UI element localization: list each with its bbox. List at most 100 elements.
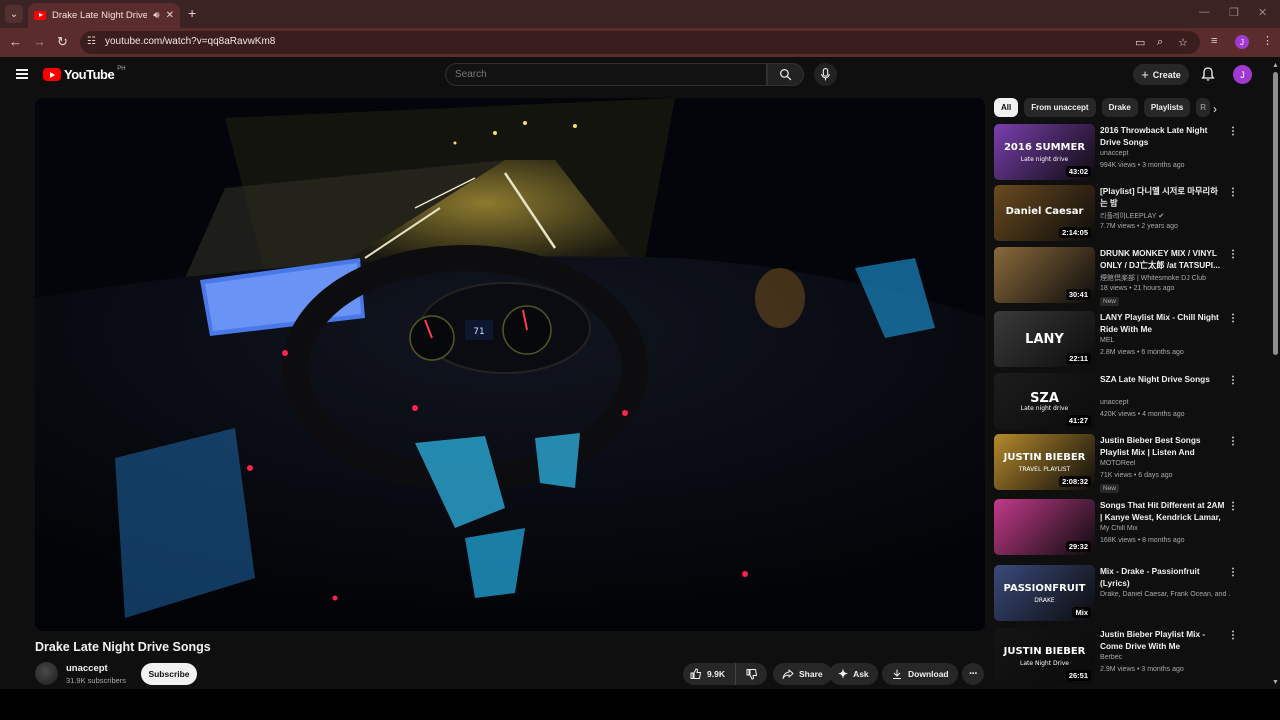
video-thumbnail[interactable]: 30:41	[994, 247, 1095, 303]
scroll-down-icon[interactable]: ▼	[1272, 679, 1279, 686]
recommended-video-title[interactable]: Songs That Hit Different at 2AM | Kanye …	[1100, 500, 1225, 523]
media-controls-icon[interactable]: ≡	[1211, 35, 1217, 47]
recommended-video[interactable]: PASSIONFRUIT DRAKE Mix Mix - Drake - Passio…	[994, 565, 1240, 621]
video-thumbnail[interactable]: JUSTIN BIEBER Late Night Drive 26:51	[994, 628, 1095, 684]
more-options-icon[interactable]: ⋮	[1228, 126, 1238, 137]
scroll-up-icon[interactable]: ▲	[1272, 62, 1279, 69]
chip-playlists[interactable]: Playlists	[1143, 98, 1191, 117]
recommended-video-title[interactable]: Justin Bieber Best Songs Playlist Mix | …	[1100, 435, 1225, 458]
like-button[interactable]: 9.9K	[683, 663, 736, 685]
recommended-video[interactable]: Daniel Caesar 2:14:05 [Playlist] 다니엘 시저로 마…	[994, 185, 1240, 241]
share-button[interactable]: Share	[773, 663, 832, 685]
recommended-channel-name[interactable]: MOTOReel	[1100, 460, 1135, 467]
recommended-video[interactable]: JUSTIN BIEBER Late Night Drive 26:51 Justin…	[994, 628, 1240, 684]
browser-tab[interactable]: Drake Late Night Drive Songs 🔊︎ ✕	[28, 3, 180, 28]
recommended-channel-name[interactable]: 煙館倶楽部 | Whitesmoke DJ Club	[1100, 275, 1206, 282]
account-avatar[interactable]: J	[1233, 65, 1252, 84]
more-options-icon[interactable]: ⋮	[1228, 501, 1238, 512]
chip-r[interactable]: R	[1196, 98, 1211, 117]
video-thumbnail[interactable]: 29:32	[994, 499, 1095, 555]
window-close-icon[interactable]: ✕	[1258, 6, 1267, 19]
duration-badge: 2:14:05	[1059, 227, 1091, 238]
more-options-icon[interactable]: ⋮	[1228, 436, 1238, 447]
bookmark-star-icon[interactable]: ☆	[1178, 36, 1188, 49]
duration-badge: 26:51	[1065, 670, 1091, 681]
recommended-video[interactable]: JUSTIN BIEBER TRAVEL PLAYLIST 2:08:32 Justi…	[994, 434, 1240, 493]
recommended-video-title[interactable]: Mix - Drake - Passionfruit (Lyrics)	[1100, 566, 1225, 589]
chip-from-unaccept[interactable]: From unaccept	[1024, 98, 1096, 117]
video-thumbnail[interactable]: Daniel Caesar 2:14:05	[994, 185, 1095, 241]
video-thumbnail[interactable]: SZA Late night drive 41:27	[994, 373, 1095, 429]
back-icon[interactable]: ←	[9, 34, 22, 49]
more-options-icon[interactable]: ⋮	[1228, 313, 1238, 324]
notifications-bell-icon[interactable]	[1200, 66, 1216, 82]
audio-playing-icon[interactable]: 🔊︎	[153, 10, 159, 21]
recommended-video-title[interactable]: 2016 Throwback Late Night Drive Songs	[1100, 125, 1225, 148]
recommended-channel-name[interactable]: unaccept	[1100, 399, 1128, 406]
video-thumbnail[interactable]: LANY 22:11	[994, 311, 1095, 367]
search-input[interactable]	[446, 64, 766, 85]
recommended-video[interactable]: 30:41 DRUNK MONKEY MIX / VINYL ONLY / DJ亡…	[994, 247, 1240, 306]
dislike-button[interactable]	[736, 663, 767, 685]
more-options-icon[interactable]: ⋮	[1228, 375, 1238, 386]
video-thumbnail[interactable]: 2016 SUMMER Late night drive 43:02	[994, 124, 1095, 180]
zoom-icon[interactable]: ⌕	[1157, 36, 1163, 49]
recommended-video-title[interactable]: SZA Late Night Drive Songs	[1100, 374, 1225, 386]
thumbnail-subtitle-text: DRAKE	[1034, 597, 1055, 604]
more-options-icon[interactable]: ⋮	[1228, 630, 1238, 641]
tab-search-chevron-icon[interactable]: ⌄	[5, 5, 23, 23]
channel-avatar[interactable]	[35, 662, 58, 685]
recommended-channel-name[interactable]: Drake, Daniel Caesar, Frank Ocean, and .…	[1100, 591, 1230, 598]
upload-age: 21 hours ago	[1133, 285, 1175, 292]
recommended-video[interactable]: SZA Late night drive 41:27 SZA Late Night D…	[994, 373, 1240, 429]
channel-name[interactable]: unaccept	[66, 663, 108, 674]
recommended-video[interactable]: LANY 22:11 LANY Playlist Mix - Chill Night…	[994, 311, 1240, 367]
scrollbar-thumb[interactable]	[1273, 72, 1278, 355]
search-button[interactable]	[767, 63, 804, 86]
minimize-icon[interactable]: —	[1199, 6, 1210, 18]
browser-menu-icon[interactable]: ⋮	[1262, 34, 1273, 47]
recommended-video-meta: 168K views • 8 months ago	[1100, 537, 1185, 544]
reload-icon[interactable]: ↻	[57, 34, 68, 50]
youtube-masthead: YouTube PH + Create J	[0, 57, 1270, 93]
more-options-icon[interactable]: ⋮	[1228, 249, 1238, 260]
recommended-video-title[interactable]: [Playlist] 다니엘 시저로 마무리하는 밤	[1100, 186, 1225, 209]
chevron-right-icon[interactable]: ›	[1213, 102, 1217, 116]
video-player[interactable]: 71	[35, 98, 985, 631]
recommended-video-title[interactable]: LANY Playlist Mix - Chill Night Ride Wit…	[1100, 312, 1225, 335]
recommended-video-title[interactable]: Justin Bieber Playlist Mix - Come Drive …	[1100, 629, 1225, 652]
youtube-logo[interactable]: YouTube PH	[43, 66, 126, 82]
create-button[interactable]: + Create	[1133, 64, 1189, 85]
cast-icon[interactable]: ▭	[1135, 36, 1145, 49]
recommended-channel-name[interactable]: MEL	[1100, 337, 1114, 344]
video-thumbnail[interactable]: JUSTIN BIEBER TRAVEL PLAYLIST 2:08:32	[994, 434, 1095, 490]
chip-drake[interactable]: Drake	[1101, 98, 1138, 117]
download-button[interactable]: Download	[882, 663, 958, 685]
recommended-channel-name[interactable]: My Chill Mix	[1100, 525, 1138, 532]
subscribe-button[interactable]: Subscribe	[141, 663, 197, 685]
recommended-channel-name[interactable]: 리플레이LEEPLAY	[1100, 213, 1156, 220]
tab-close-icon[interactable]: ✕	[166, 10, 174, 21]
thumbnail-title-text: LANY	[1025, 332, 1064, 347]
forward-icon[interactable]: →	[33, 34, 46, 49]
video-thumbnail[interactable]: PASSIONFRUIT DRAKE Mix	[994, 565, 1095, 621]
chip-all[interactable]: All	[994, 98, 1019, 117]
ask-button[interactable]: ✦ Ask	[829, 663, 878, 685]
new-tab-icon[interactable]: +	[188, 5, 196, 21]
recommended-video[interactable]: 29:32 Songs That Hit Different at 2AM | K…	[994, 499, 1240, 555]
guide-menu-icon[interactable]	[16, 69, 28, 79]
browser-profile-avatar[interactable]: J	[1235, 35, 1249, 49]
restore-icon[interactable]: ❐	[1229, 6, 1239, 19]
recommended-video-title[interactable]: DRUNK MONKEY MIX / VINYL ONLY / DJ亡太郎 /a…	[1100, 248, 1225, 271]
voice-search-button[interactable]	[814, 63, 837, 86]
recommended-video[interactable]: 2016 SUMMER Late night drive 43:02 2016 Thr…	[994, 124, 1240, 180]
more-options-icon[interactable]: ⋮	[1228, 567, 1238, 578]
url-text[interactable]: youtube.com/watch?v=qq8aRavwKm8	[105, 36, 275, 47]
duration-badge: 30:41	[1065, 289, 1091, 300]
recommended-channel-name[interactable]: unaccept	[1100, 150, 1128, 157]
more-actions-button[interactable]: ···	[962, 663, 984, 685]
address-bar[interactable]: ☷ youtube.com/watch?v=qq8aRavwKm8 ▭ ⌕ ☆	[80, 31, 1200, 54]
recommended-channel-name[interactable]: Berbec	[1100, 654, 1122, 661]
site-info-icon[interactable]: ☷	[87, 36, 99, 48]
more-options-icon[interactable]: ⋮	[1228, 187, 1238, 198]
